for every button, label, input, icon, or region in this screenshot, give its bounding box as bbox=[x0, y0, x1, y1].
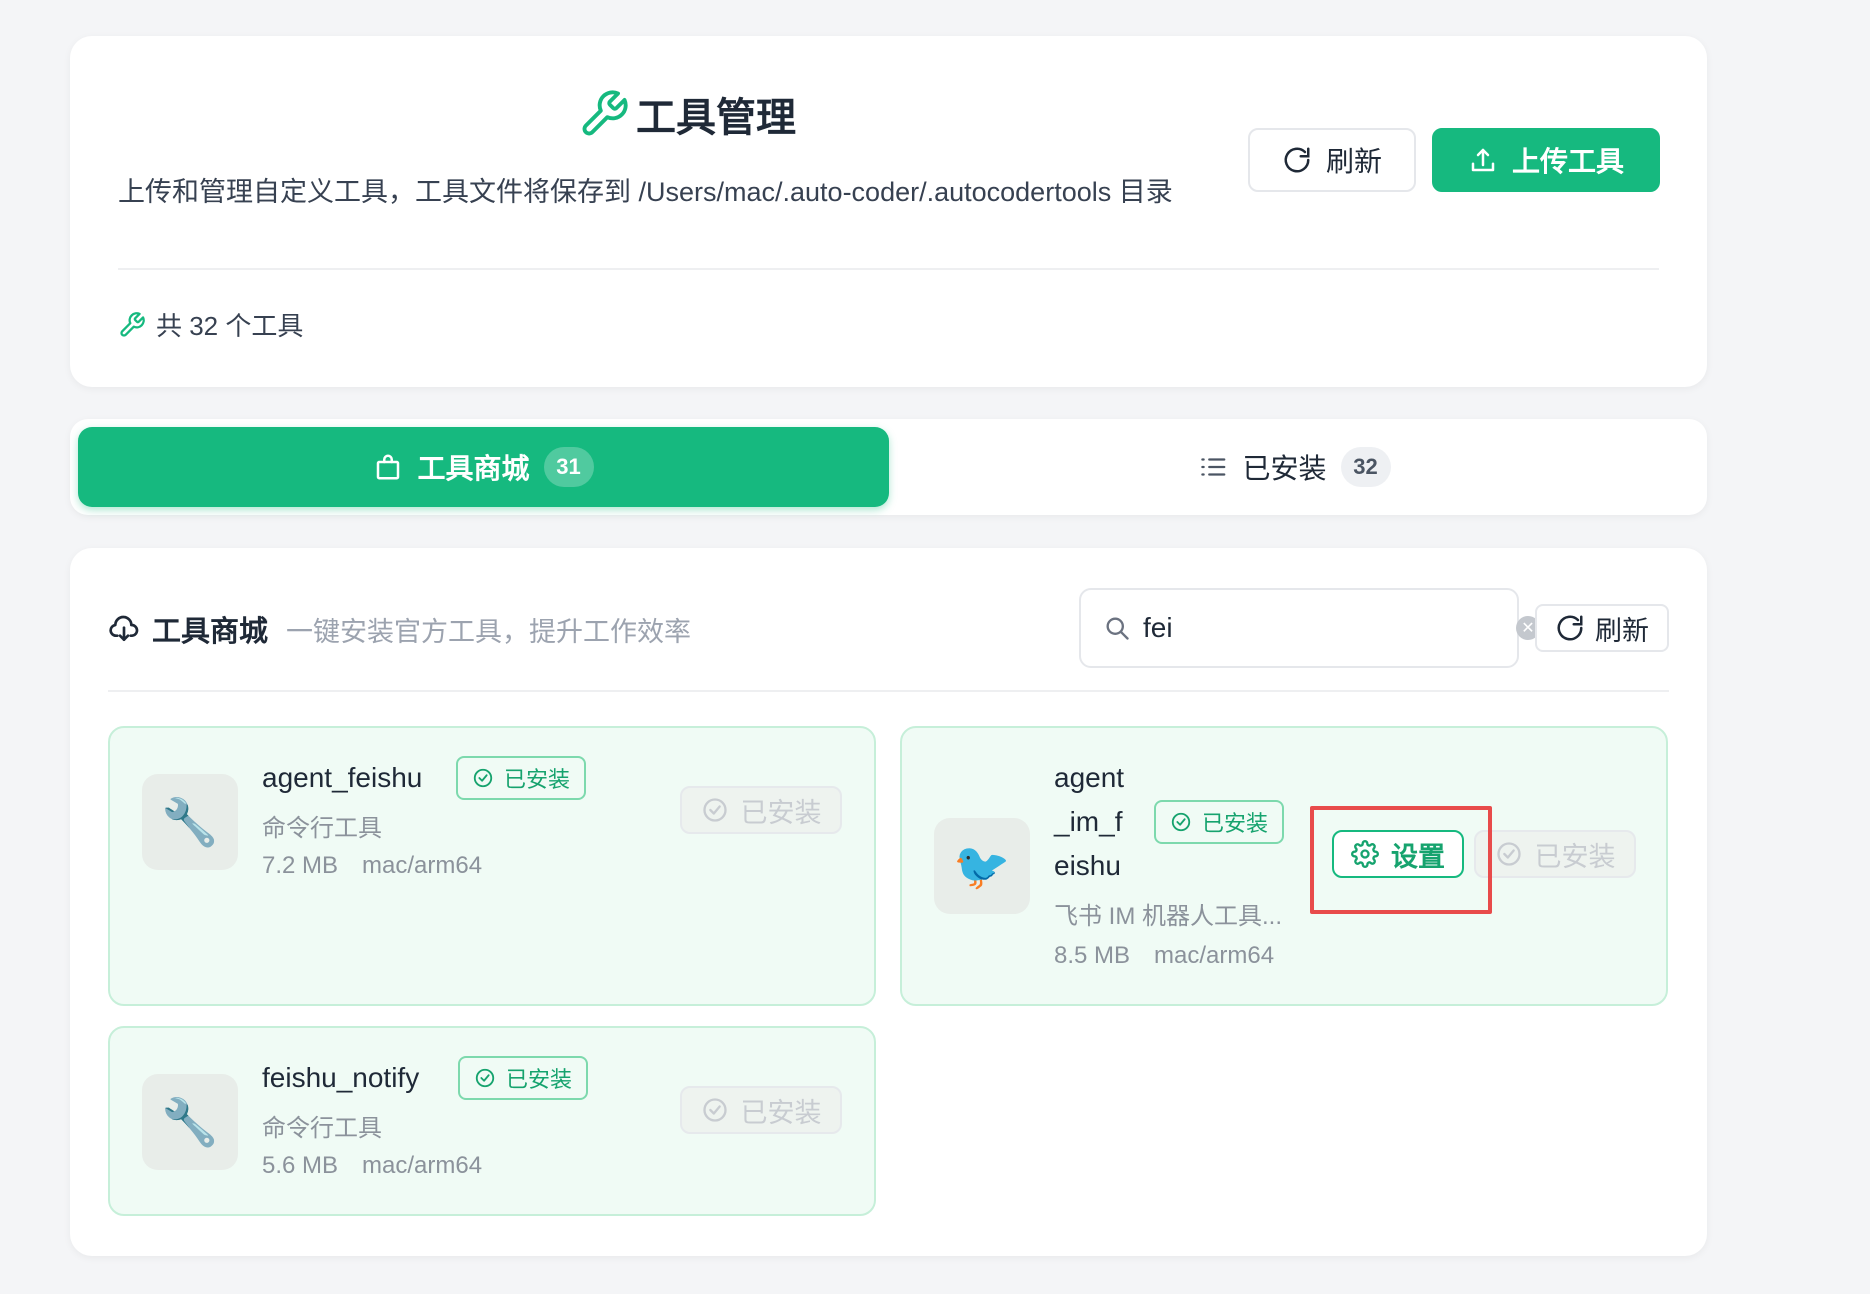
check-circle-icon bbox=[473, 768, 493, 788]
tool-card-agent-feishu: 🔧 agent_feishu 已安装 命令行工具 7.2 MB mac/arm6… bbox=[108, 726, 876, 1006]
page-description: 上传和管理自定义工具，工具文件将保存到 /Users/mac/.auto-cod… bbox=[118, 177, 1173, 207]
store-subtitle: 一键安装官方工具，提升工作效率 bbox=[286, 616, 692, 647]
tab-label: 工具商城 bbox=[417, 453, 530, 484]
check-circle-icon bbox=[1496, 842, 1521, 866]
installed-status-badge: 已安装 bbox=[456, 756, 587, 800]
tool-platform: mac/arm64 bbox=[362, 852, 483, 879]
installed-status-label: 已安装 bbox=[1202, 811, 1269, 836]
tab-label: 已安装 bbox=[1242, 453, 1327, 484]
shopping-bag-icon bbox=[377, 454, 400, 480]
search-input[interactable] bbox=[1143, 612, 1504, 644]
tool-type: 命令行工具 bbox=[262, 1115, 382, 1142]
wrench-icon bbox=[582, 90, 628, 136]
tool-name-line: agent bbox=[1054, 762, 1125, 793]
list-icon bbox=[1201, 458, 1226, 476]
tool-name-line: _im_f bbox=[1054, 806, 1123, 837]
tool-size: 5.6 MB bbox=[262, 1152, 339, 1179]
installed-status-label: 已安装 bbox=[506, 1067, 573, 1092]
tool-meta: 8.5 MB mac/arm64 bbox=[1054, 942, 1274, 970]
page-title: 工具管理 bbox=[578, 84, 796, 144]
store-title: 工具商城 bbox=[152, 616, 269, 648]
store-refresh-button[interactable]: 刷新 bbox=[1535, 604, 1669, 652]
installed-button: 已安装 bbox=[680, 786, 842, 834]
wrench-icon: 🔧 bbox=[142, 1074, 238, 1170]
check-circle-icon bbox=[702, 1098, 727, 1122]
tab-bar: 工具商城 31 已安装 32 bbox=[70, 419, 1707, 515]
tool-count: 共 32 个工具 bbox=[118, 306, 303, 343]
tool-type: 命令行工具 bbox=[262, 815, 382, 842]
cloud-download-icon bbox=[109, 615, 139, 641]
tab-installed[interactable]: 已安装 32 bbox=[889, 427, 1700, 507]
settings-button-label: 设置 bbox=[1391, 841, 1445, 872]
check-circle-icon bbox=[475, 1068, 495, 1088]
tool-card-agent-im-feishu: 🐦 agent _im_f eishu 已安装 飞书 IM 机器人工具... 8… bbox=[900, 726, 1668, 1006]
tool-size: 7.2 MB bbox=[262, 852, 339, 879]
divider bbox=[118, 268, 1659, 270]
tool-name: feishu_notify bbox=[262, 1062, 420, 1093]
tool-platform: mac/arm64 bbox=[1154, 942, 1275, 969]
refresh-icon bbox=[1284, 147, 1310, 173]
tab-count-badge: 32 bbox=[1340, 447, 1391, 487]
search-box: ✕ bbox=[1079, 588, 1540, 668]
installed-button: 已安装 bbox=[680, 1086, 842, 1134]
bird-icon: 🐦 bbox=[934, 818, 1030, 914]
header-card: 工具管理 上传和管理自定义工具，工具文件将保存到 /Users/mac/.aut… bbox=[70, 36, 1707, 387]
installed-status-badge: 已安装 bbox=[1154, 800, 1285, 844]
installed-button-label: 已安装 bbox=[740, 797, 822, 828]
installed-button: 已安装 bbox=[1474, 830, 1636, 878]
upload-tool-button[interactable]: 上传工具 bbox=[1432, 128, 1660, 192]
check-circle-icon bbox=[1171, 812, 1191, 832]
search-icon bbox=[1106, 617, 1129, 640]
tool-size: 8.5 MB bbox=[1054, 942, 1131, 969]
upload-tool-label: 上传工具 bbox=[1511, 146, 1624, 177]
page-title-text: 工具管理 bbox=[636, 96, 796, 140]
refresh-button-label: 刷新 bbox=[1595, 615, 1649, 646]
installed-status-badge: 已安装 bbox=[458, 1056, 589, 1100]
check-circle-icon bbox=[702, 798, 727, 822]
store-heading: 工具商城 一键安装官方工具，提升工作效率 bbox=[108, 608, 691, 650]
tool-count-text: 共 32 个工具 bbox=[156, 311, 304, 341]
tab-count-badge: 31 bbox=[543, 447, 594, 487]
tool-card-feishu-notify: 🔧 feishu_notify 已安装 命令行工具 5.6 MB mac/arm… bbox=[108, 1026, 876, 1216]
gear-icon bbox=[1351, 840, 1379, 868]
installed-button-label: 已安装 bbox=[740, 1097, 822, 1128]
refresh-button-label: 刷新 bbox=[1325, 146, 1382, 177]
tool-meta: 5.6 MB mac/arm64 bbox=[262, 1152, 482, 1180]
divider bbox=[108, 690, 1669, 692]
wrench-icon: 🔧 bbox=[142, 774, 238, 870]
tab-tool-store[interactable]: 工具商城 31 bbox=[78, 427, 889, 507]
tool-type: 飞书 IM 机器人工具... bbox=[1054, 903, 1282, 930]
upload-icon bbox=[1471, 148, 1495, 172]
refresh-button[interactable]: 刷新 bbox=[1248, 128, 1416, 192]
tool-name-line: eishu bbox=[1054, 850, 1121, 881]
tool-platform: mac/arm64 bbox=[362, 1152, 483, 1179]
installed-button-label: 已安装 bbox=[1534, 841, 1616, 872]
settings-button[interactable]: 设置 bbox=[1332, 830, 1464, 878]
tool-meta: 7.2 MB mac/arm64 bbox=[262, 852, 482, 880]
tool-store-panel: 工具商城 一键安装官方工具，提升工作效率 ✕ 刷新 🔧 agent_feishu… bbox=[70, 548, 1707, 1256]
wrench-icon bbox=[120, 311, 145, 337]
tool-name: agent_feishu bbox=[262, 762, 423, 793]
refresh-icon bbox=[1557, 615, 1583, 641]
installed-status-label: 已安装 bbox=[504, 767, 571, 792]
